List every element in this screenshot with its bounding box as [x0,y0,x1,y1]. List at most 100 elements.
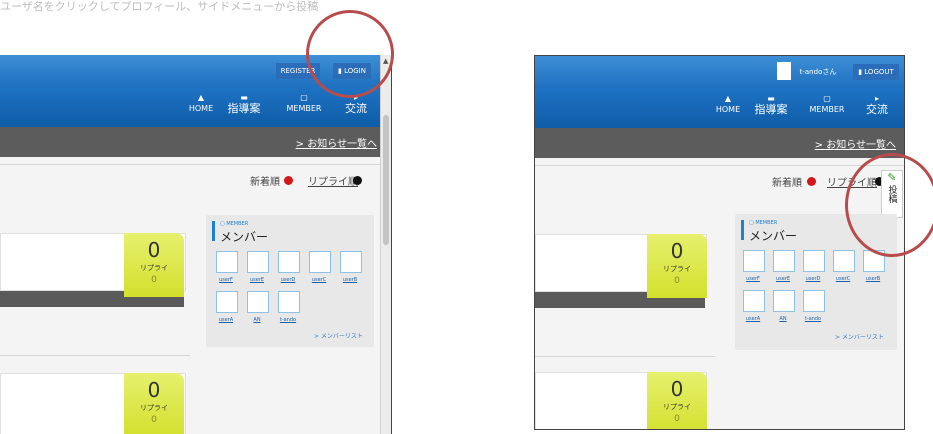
avatar[interactable] [278,251,300,273]
member-sub-text: MEMBER [226,221,249,227]
nav-lesson-plans[interactable]: ▬ 指導案 [753,94,789,115]
scrollbar-thumb[interactable] [383,115,389,245]
home-icon: ▲ [197,93,205,102]
reply-sub: 0 [151,415,157,425]
member-name-link[interactable]: userC [831,276,855,282]
pencil-icon: ✎ [887,171,897,184]
avatar[interactable] [309,251,331,273]
divider [0,164,380,165]
sort-reply-link[interactable]: リプライ順 [827,174,877,189]
member-sub-label: ▢ MEMBER [220,221,248,227]
avatar[interactable] [340,251,362,273]
avatar[interactable] [863,250,885,272]
member-list-link[interactable]: > メンバーリスト [314,331,363,340]
member-name-link[interactable]: userA [214,317,238,323]
member-sub-label: ▢ MEMBER [749,220,777,226]
reply-label: リプライ [663,403,691,411]
member-name-link[interactable]: userC [307,277,331,283]
caption-text: ユーザ名をクリックしてプロフィール、サイドメニューから投稿 [0,0,319,13]
nav-label: 指導案 [227,102,261,115]
scroll-up-icon[interactable]: ▲ [383,57,388,65]
nav-home[interactable]: ▲ HOME [186,93,216,114]
member-name-link[interactable]: userD [801,276,825,282]
notice-list-link[interactable]: > お知らせ一覧へ [815,136,896,151]
nav-exchange[interactable]: ▸ 交流 [859,94,895,115]
nav-member[interactable]: ▢ MEMBER [284,93,324,114]
logout-label: LOGOUT [864,68,894,76]
member-name-link[interactable]: AN [771,316,795,322]
avatar[interactable] [247,291,269,313]
avatar[interactable] [743,290,765,312]
member-name-link[interactable]: userE [771,276,795,282]
reply-badge[interactable]: 0 リプライ 0 [124,373,184,434]
avatar[interactable] [278,291,300,313]
member-title: メンバー [749,229,798,243]
right-screenshot: t-andoさん ▮ LOGOUT ▲ HOME ▬ 指導案 ▢ MEMBER … [534,55,905,430]
nav-exchange[interactable]: ▸ 交流 [338,93,374,114]
member-icon: ▢ [823,94,831,103]
member-name-link[interactable]: t-ando [801,316,825,322]
post-tab[interactable]: ✎ 投稿 [881,170,903,218]
nav-label: MEMBER [286,104,322,113]
member-name-link[interactable]: userE [245,277,269,283]
reply-dot-icon [353,176,362,185]
nav-lesson-plans[interactable]: ▬ 指導案 [226,93,262,114]
member-name-link[interactable]: userF [741,276,765,282]
member-name-link[interactable]: userB [338,277,362,283]
user-name-link[interactable]: t-andoさん [791,64,845,80]
nav-label: MEMBER [809,105,845,114]
reply-count: 0 [147,238,161,262]
avatar[interactable] [216,291,238,313]
avatar[interactable] [773,290,795,312]
scrollbar[interactable]: ▲ [380,55,391,434]
avatar[interactable] [803,290,825,312]
reply-badge[interactable]: 0 リプライ 0 [124,233,184,297]
member-accent-bar [212,221,215,241]
sort-new-link[interactable]: 新着順 [250,173,280,188]
sort-new-link[interactable]: 新着順 [772,174,802,189]
avatar[interactable] [216,251,238,273]
main-nav: ▲ HOME ▬ 指導案 ▢ MEMBER ▸ 交流 [0,87,391,127]
reply-badge[interactable]: 0 リプライ 0 [647,234,707,298]
user-avatar[interactable] [777,62,791,80]
reply-label: リプライ [663,265,691,273]
member-name-link[interactable]: AN [245,317,269,323]
reply-badge[interactable]: 0 リプライ 0 [647,372,707,429]
left-screenshot: REGISTER ▮ LOGIN ▲ HOME ▬ 指導案 ▢ MEMBER ▸… [0,55,392,434]
post-tab-label: 投稿 [886,185,897,203]
member-list-link[interactable]: > メンバーリスト [835,332,884,341]
member-icon: ▢ [300,93,308,102]
member-name-link[interactable]: userB [861,276,885,282]
top-bar: REGISTER ▮ LOGIN [0,55,391,87]
register-button[interactable]: REGISTER [276,63,320,79]
avatar[interactable] [833,250,855,272]
new-dot-icon [284,176,293,185]
divider [0,355,190,356]
member-title: メンバー [220,230,269,244]
nav-member[interactable]: ▢ MEMBER [807,94,847,115]
member-name-link[interactable]: userF [214,277,238,283]
reply-sub: 0 [674,276,680,286]
new-dot-icon [807,177,816,186]
reply-count: 0 [670,239,684,263]
reply-count: 0 [147,378,161,402]
member-box: ▢ MEMBER メンバー userF userE userD userC us… [735,214,897,350]
reply-count: 0 [670,377,684,401]
member-name-link[interactable]: userA [741,316,765,322]
member-name-link[interactable]: t-ando [276,317,300,323]
avatar[interactable] [803,250,825,272]
login-button[interactable]: ▮ LOGIN [333,63,371,79]
nav-label: 交流 [866,103,888,116]
avatar[interactable] [743,250,765,272]
login-label: LOGIN [344,67,366,75]
reply-label: リプライ [140,404,168,412]
nav-home[interactable]: ▲ HOME [713,94,743,115]
member-name-link[interactable]: userD [276,277,300,283]
sort-reply-link[interactable]: リプライ順 [308,173,358,188]
logout-button[interactable]: ▮ LOGOUT [853,64,899,80]
member-sub-text: MEMBER [755,220,778,226]
avatar[interactable] [247,251,269,273]
notice-bar: > お知らせ一覧へ [535,128,904,158]
notice-list-link[interactable]: > お知らせ一覧へ [296,135,377,150]
avatar[interactable] [773,250,795,272]
